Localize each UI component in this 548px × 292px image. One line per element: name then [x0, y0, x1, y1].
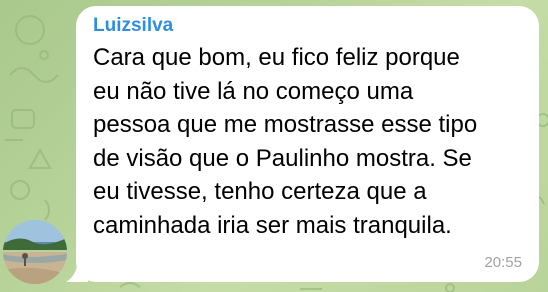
message-line: pessoa que me mostrasse esse tipo [93, 111, 478, 138]
avatar[interactable] [3, 220, 67, 284]
message-line: caminhada iria ser mais tranquila. [93, 211, 452, 239]
sender-name[interactable]: Luizsilva [93, 14, 173, 38]
message-text: Cara que bom, eu fico feliz porque eu nã… [93, 41, 533, 242]
beach-photo-avatar [3, 220, 67, 284]
message-bubble[interactable]: Luizsilva Cara que bom, eu fico feliz po… [76, 6, 539, 282]
message-timestamp: 20:55 [484, 254, 522, 271]
message-line: Cara que bom, eu fico feliz porque [93, 44, 460, 71]
message-line: eu tivesse, tenho certeza que a [93, 178, 427, 205]
message-line: eu não tive lá no começo uma [93, 77, 414, 105]
message-line: de visão que o Paulinho mostra. Se [93, 144, 472, 172]
